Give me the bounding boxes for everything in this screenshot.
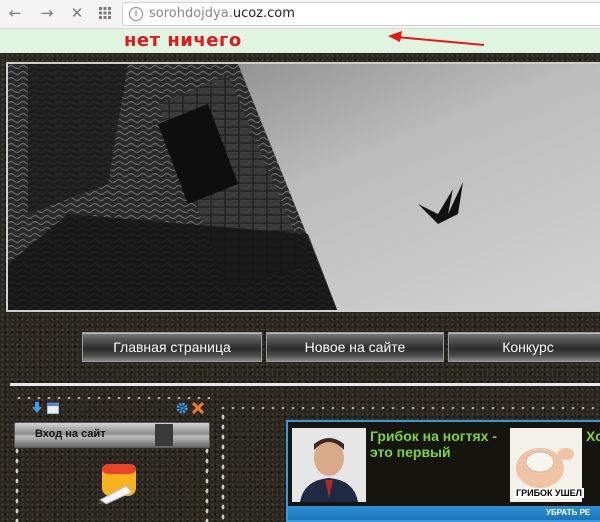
ad-close-button[interactable]: УБРАТЬ РЕ <box>546 508 590 517</box>
annotation-arrow-icon <box>388 31 485 46</box>
url-domain-prefix: sorohdojdya. <box>149 6 233 21</box>
sidebar-border-right <box>204 446 210 522</box>
address-bar[interactable]: i sorohdojdya.ucoz.com <box>122 2 600 26</box>
ad-photo-man[interactable] <box>292 428 366 502</box>
divider <box>10 383 600 386</box>
annotation-strip: нет ничего <box>0 29 600 53</box>
menu-contest[interactable]: Конкурс <box>448 332 600 362</box>
url-domain-main: ucoz.com <box>232 6 295 21</box>
content-border-left <box>220 412 226 522</box>
download-icon[interactable] <box>32 401 42 419</box>
browser-toolbar: ← → ✕ i sorohdojdya.ucoz.com <box>0 0 600 29</box>
banner-image <box>8 64 600 310</box>
back-button[interactable]: ← <box>6 4 24 22</box>
info-icon[interactable]: i <box>129 7 143 21</box>
settings-icon[interactable] <box>176 401 188 419</box>
url-text: sorohdojdya.ucoz.com <box>149 6 295 21</box>
apps-icon[interactable] <box>96 4 114 22</box>
top-texture <box>0 53 600 62</box>
ad-banner[interactable]: Грибок на ногтях - это первый ГРИБОК УШЕ… <box>286 420 600 522</box>
menu-home[interactable]: Главная страница <box>82 332 262 362</box>
ad-footer: УБРАТЬ РЕ <box>288 506 600 520</box>
login-label: Вход на сайт <box>35 428 106 440</box>
close-icon[interactable] <box>191 401 205 419</box>
login-avatar-icon[interactable] <box>96 460 140 509</box>
ad-caption: ГРИБОК УШЕЛ <box>514 488 584 498</box>
forward-button[interactable]: → <box>38 4 56 22</box>
login-separator <box>155 424 173 446</box>
calendar-icon[interactable] <box>46 401 60 419</box>
content-border-top <box>218 405 600 411</box>
header-banner <box>6 62 600 312</box>
ad-title-1[interactable]: Грибок на ногтях - это первый <box>370 428 506 460</box>
menu-whats-new[interactable]: Новое на сайте <box>266 332 444 362</box>
login-panel-header[interactable]: Вход на сайт <box>14 422 210 448</box>
stop-button[interactable]: ✕ <box>68 4 86 22</box>
sidebar-border-left <box>14 446 20 522</box>
ad-title-2[interactable]: Хо <box>586 428 600 444</box>
